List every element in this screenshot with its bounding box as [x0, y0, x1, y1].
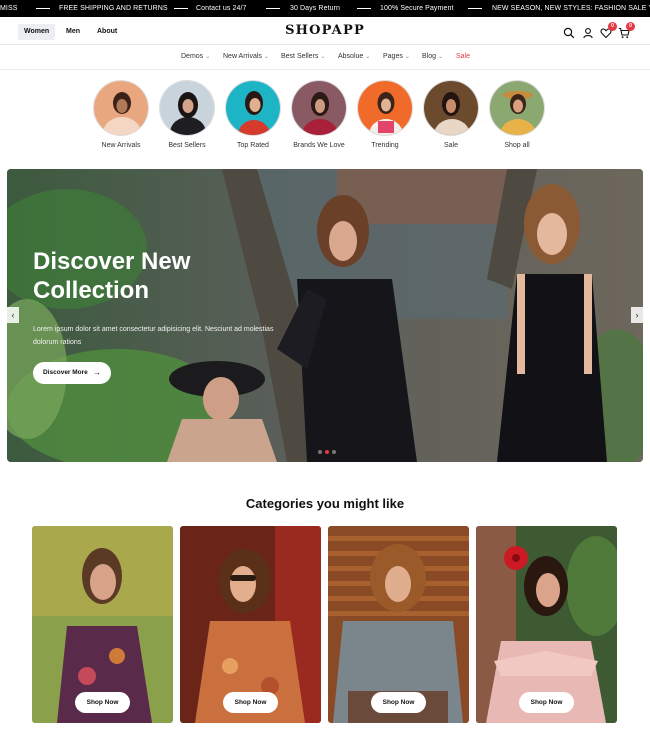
hero-next-arrow[interactable]: › — [631, 307, 643, 323]
chevron-down-icon: ⌄ — [438, 54, 444, 60]
category-label: Best Sellers — [168, 142, 206, 149]
chevron-down-icon: ⌄ — [404, 54, 410, 60]
slider-dot[interactable] — [318, 450, 322, 454]
category-label: Top Rated — [237, 142, 269, 149]
nav-item-pages[interactable]: Pages ⌄ — [383, 45, 410, 69]
site-header: Women Men About SHOPAPP 0 0 — [0, 17, 650, 45]
category-thumbnail — [489, 80, 545, 136]
chevron-left-icon: ‹ — [11, 310, 15, 320]
hero-prev-arrow[interactable]: ‹ — [7, 307, 19, 323]
cart-count-badge: 0 — [626, 22, 635, 31]
circle-category-new-arrivals[interactable]: New Arrivals — [93, 80, 149, 149]
nav-item-label: Demos — [181, 53, 204, 60]
slider-dot[interactable] — [332, 450, 336, 454]
nav-item-label: Absolue — [338, 53, 364, 60]
category-label: Brands We Love — [293, 142, 345, 149]
nav-item-label: Blog — [422, 53, 437, 60]
nav-item-label: Pages — [383, 53, 403, 60]
circle-category-top-rated[interactable]: Top Rated — [225, 80, 281, 149]
site-logo[interactable]: SHOPAPP — [0, 23, 650, 38]
announcement-divider — [174, 8, 188, 9]
slider-dot-active[interactable] — [325, 450, 329, 454]
nav-item-best-sellers[interactable]: Best Sellers ⌄ — [281, 45, 325, 69]
chevron-down-icon: ⌄ — [320, 54, 326, 60]
hero-banner: Discover New Collection Lorem ipsum dolo… — [7, 169, 643, 462]
category-label: Shop all — [504, 142, 530, 149]
circle-category-sale[interactable]: Sale — [423, 80, 479, 149]
chevron-right-icon: › — [635, 310, 639, 320]
circle-category-best-sellers[interactable]: Best Sellers — [159, 80, 215, 149]
announcement-item: FREE SHIPPING AND RETURNS — [59, 5, 168, 12]
chevron-down-icon: ⌄ — [365, 54, 371, 60]
shop-now-button[interactable]: Shop Now — [519, 692, 574, 713]
wishlist-count-badge: 0 — [608, 22, 617, 31]
discover-more-label: Discover More — [43, 369, 88, 376]
nav-item-absolue[interactable]: Absolue ⌄ — [338, 45, 370, 69]
category-card[interactable]: Shop Now — [32, 526, 173, 723]
nav-item-blog[interactable]: Blog ⌄ — [422, 45, 443, 69]
search-icon[interactable] — [563, 26, 575, 39]
hero-title: Discover New Collection — [33, 248, 191, 304]
announcement-item: Contact us 24/7 — [196, 5, 247, 12]
nav-item-label: Best Sellers — [281, 53, 319, 60]
category-thumbnail — [423, 80, 479, 136]
shop-now-button[interactable]: Shop Now — [75, 692, 130, 713]
main-nav: Demos ⌄ New Arrivals ⌄ Best Sellers ⌄ Absol… — [0, 45, 650, 70]
cart-icon[interactable]: 0 — [618, 22, 635, 39]
circle-category-trending[interactable]: Trending — [357, 80, 413, 149]
announcement-divider — [266, 8, 280, 9]
user-icon[interactable] — [582, 26, 594, 39]
category-thumbnail — [93, 80, 149, 136]
chevron-down-icon: ⌄ — [205, 54, 211, 60]
category-thumbnail — [225, 80, 281, 136]
circle-category-brands-we-love[interactable]: Brands We Love — [291, 80, 347, 149]
announcement-divider — [357, 8, 371, 9]
discover-more-button[interactable]: Discover More → — [33, 362, 111, 384]
nav-item-new-arrivals[interactable]: New Arrivals ⌄ — [223, 45, 269, 69]
category-thumbnail — [357, 80, 413, 136]
category-thumbnail — [159, 80, 215, 136]
category-card[interactable]: Shop Now — [180, 526, 321, 723]
circle-category-shop-all[interactable]: Shop all — [489, 80, 545, 149]
nav-item-demos[interactable]: Demos ⌄ — [181, 45, 210, 69]
arrow-right-icon: → — [93, 368, 101, 377]
category-thumbnail — [291, 80, 347, 136]
heart-icon[interactable]: 0 — [600, 22, 617, 39]
hero-image — [7, 169, 643, 462]
category-card[interactable]: Shop Now — [328, 526, 469, 723]
hero-subtitle: Lorem ipsum dolor sit amet consectetur a… — [33, 326, 274, 346]
chevron-down-icon: ⌄ — [263, 54, 269, 60]
announcement-item: MISS — [0, 5, 18, 12]
section-title: Categories you might like — [245, 496, 405, 511]
nav-item-label: New Arrivals — [223, 53, 262, 60]
announcement-divider — [468, 8, 482, 9]
shop-now-button[interactable]: Shop Now — [371, 692, 426, 713]
announcement-divider — [36, 8, 50, 9]
announcement-item: NEW SEASON, NEW STYLES: FASHION SALE YOU… — [492, 5, 650, 12]
category-card[interactable]: Shop Now — [476, 526, 617, 723]
category-label: Sale — [443, 142, 458, 149]
category-label: New Arrivals — [101, 142, 141, 149]
category-label: Trending — [371, 142, 399, 149]
shop-now-button[interactable]: Shop Now — [223, 692, 278, 713]
announcement-bar: MISS FREE SHIPPING AND RETURNS Contact u… — [0, 0, 650, 17]
nav-item-sale[interactable]: Sale — [456, 45, 470, 69]
announcement-item: 100% Secure Payment — [380, 5, 454, 12]
announcement-item: 30 Days Return — [290, 5, 341, 12]
